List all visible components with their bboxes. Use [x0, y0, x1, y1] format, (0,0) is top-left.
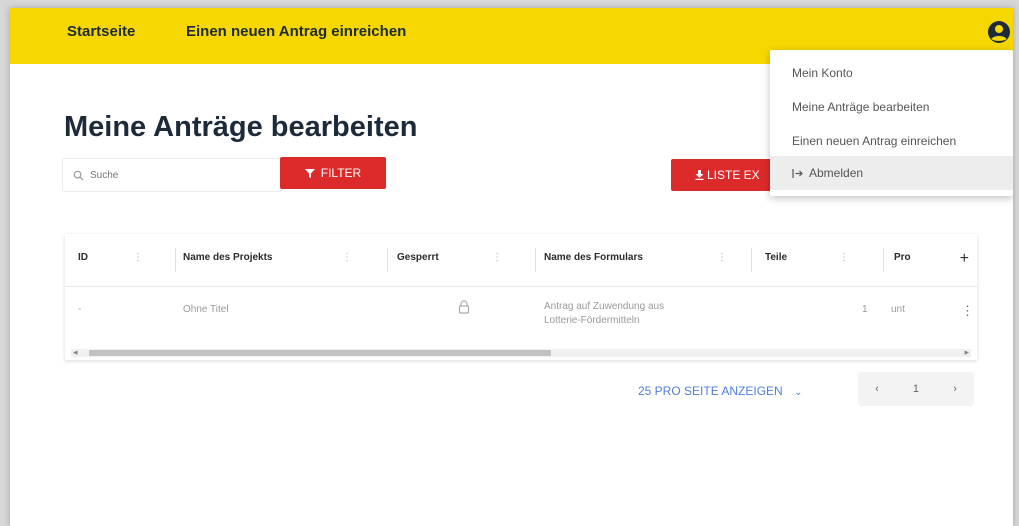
account-dropdown-menu: Mein Konto Meine Anträge bearbeiten Eine…: [770, 50, 1013, 196]
next-page-button[interactable]: ›: [953, 383, 957, 395]
rows-per-page-select[interactable]: 25 PRO SEITE ANZEIGEN ⌄: [638, 384, 802, 398]
column-header-id[interactable]: ID: [78, 252, 88, 263]
previous-page-button[interactable]: ‹: [875, 383, 879, 395]
cell-parts: 1: [862, 304, 868, 315]
scrollbar-thumb[interactable]: [89, 350, 551, 356]
cell-id: -: [78, 304, 82, 315]
cell-form-name-line2: Lotterie-Fördermitteln: [544, 315, 640, 326]
column-divider[interactable]: [535, 248, 536, 272]
rows-per-page-label: 25 PRO SEITE ANZEIGEN: [638, 384, 783, 398]
current-page-number[interactable]: 1: [913, 383, 919, 395]
chevron-down-icon: ⌄: [794, 387, 803, 398]
menu-item-label: Einen neuen Antrag einreichen: [792, 134, 957, 148]
search-input[interactable]: [88, 168, 262, 182]
sort-icon[interactable]: ⋮: [839, 252, 849, 263]
menu-item-label: Abmelden: [809, 166, 864, 180]
cell-form-name-line1: Antrag auf Zuwendung aus: [544, 301, 665, 312]
page-title: Meine Anträge bearbeiten: [64, 111, 418, 143]
search-field[interactable]: [62, 158, 282, 192]
lock-icon: [458, 300, 470, 314]
nav-home-link[interactable]: Startseite: [67, 23, 135, 40]
horizontal-scrollbar[interactable]: ◂ ▸: [71, 347, 971, 358]
filter-button[interactable]: FILTER: [280, 157, 386, 189]
sort-icon[interactable]: ⋮: [492, 252, 502, 263]
logout-icon: [792, 168, 803, 178]
menu-item-label: Meine Anträge bearbeiten: [792, 100, 930, 114]
scroll-right-icon[interactable]: ▸: [964, 347, 969, 358]
sort-icon[interactable]: ⋮: [342, 252, 352, 263]
column-header-form-name[interactable]: Name des Formulars: [544, 252, 643, 263]
download-icon: [695, 170, 704, 180]
row-menu-icon[interactable]: ⋮: [961, 303, 974, 319]
menu-item-new-application[interactable]: Einen neuen Antrag einreichen: [770, 124, 1013, 158]
menu-item-logout[interactable]: Abmelden: [770, 156, 1013, 190]
scroll-left-icon[interactable]: ◂: [73, 347, 78, 358]
column-divider[interactable]: [175, 248, 176, 272]
sort-icon[interactable]: ⋮: [717, 252, 727, 263]
cell-project-name: Ohne Titel: [183, 304, 229, 315]
applications-table: ID ⋮ Name des Projekts ⋮ Gesperrt ⋮ Name…: [65, 234, 977, 360]
menu-item-my-account[interactable]: Mein Konto: [770, 56, 1013, 90]
export-list-button[interactable]: LISTE EX: [671, 159, 777, 191]
cell-pro: unt: [891, 304, 905, 315]
column-divider[interactable]: [883, 248, 884, 272]
add-column-button[interactable]: +: [960, 250, 969, 268]
menu-item-edit-applications[interactable]: Meine Anträge bearbeiten: [770, 90, 1013, 124]
browser-window: Startseite Einen neuen Antrag einreichen…: [10, 8, 1013, 526]
account-circle-icon[interactable]: [987, 20, 1011, 44]
column-header-project-name[interactable]: Name des Projekts: [183, 252, 273, 263]
menu-item-label: Mein Konto: [792, 66, 853, 80]
column-header-parts[interactable]: Teile: [765, 252, 787, 263]
column-divider[interactable]: [751, 248, 752, 272]
filter-icon: [304, 168, 315, 178]
column-divider[interactable]: [387, 248, 388, 272]
column-header-locked[interactable]: Gesperrt: [397, 252, 439, 263]
nav-new-application-link[interactable]: Einen neuen Antrag einreichen: [186, 23, 406, 40]
filter-button-label: FILTER: [320, 166, 362, 180]
column-header-pro[interactable]: Pro: [894, 252, 911, 263]
export-button-label: LISTE EX: [707, 168, 760, 182]
table-header: ID ⋮ Name des Projekts ⋮ Gesperrt ⋮ Name…: [65, 234, 977, 287]
sort-icon[interactable]: ⋮: [133, 252, 143, 263]
pagination-control: ‹ 1 ›: [858, 372, 974, 406]
search-icon: [73, 170, 84, 181]
